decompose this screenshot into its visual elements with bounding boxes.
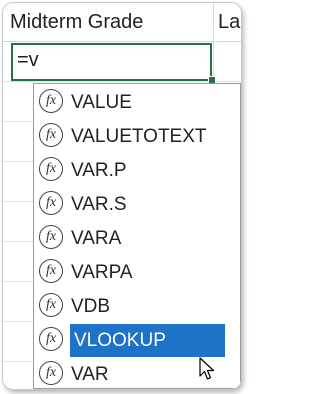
spreadsheet-frame: Midterm Grade La =v fx VALUE fx VALUETOT…	[3, 3, 241, 389]
autocomplete-item-varpa[interactable]: fx VARPA	[35, 256, 239, 289]
autocomplete-item-vlookup[interactable]: fx VLOOKUP	[35, 324, 239, 357]
fx-icon: fx	[39, 191, 63, 215]
autocomplete-item-label: VAR.P	[71, 160, 127, 181]
autocomplete-item-label: VDB	[71, 296, 111, 317]
row-gridline	[3, 81, 241, 82]
column-header-midterm-grade[interactable]: Midterm Grade	[10, 3, 210, 41]
autocomplete-item-vara[interactable]: fx VARA	[35, 222, 239, 255]
column-header-next[interactable]: La	[218, 3, 240, 41]
fx-icon: fx	[39, 225, 63, 249]
autocomplete-item-var-p[interactable]: fx VAR.P	[35, 154, 239, 187]
fx-icon: fx	[39, 361, 63, 385]
autocomplete-item-valuetotext[interactable]: fx VALUETOTEXT	[35, 120, 239, 153]
autocomplete-item-vdb[interactable]: fx VDB	[35, 290, 239, 323]
formula-autocomplete-list[interactable]: fx VALUE fx VALUETOTEXT fx VAR.P fx VAR.…	[33, 83, 241, 389]
autocomplete-item-label: VLOOKUP	[70, 324, 225, 357]
cell-formula-text: =v	[17, 49, 39, 71]
fx-icon: fx	[39, 293, 63, 317]
fx-icon: fx	[39, 259, 63, 283]
autocomplete-item-label: VAR	[71, 364, 109, 385]
fx-icon: fx	[39, 327, 63, 351]
mouse-pointer-icon	[199, 357, 215, 380]
autocomplete-item-value[interactable]: fx VALUE	[35, 86, 239, 119]
fx-icon: fx	[39, 157, 63, 181]
autocomplete-item-var-s[interactable]: fx VAR.S	[35, 188, 239, 221]
header-row: Midterm Grade La	[3, 3, 241, 42]
autocomplete-item-label: VARA	[71, 228, 122, 249]
autocomplete-item-label: VALUE	[71, 92, 132, 113]
fx-icon: fx	[39, 89, 63, 113]
autocomplete-item-label: VAR.S	[71, 194, 127, 215]
fx-icon: fx	[39, 123, 63, 147]
autocomplete-item-label: VARPA	[71, 262, 133, 283]
autocomplete-item-label: VALUETOTEXT	[71, 126, 207, 147]
active-cell[interactable]: =v	[11, 43, 212, 81]
